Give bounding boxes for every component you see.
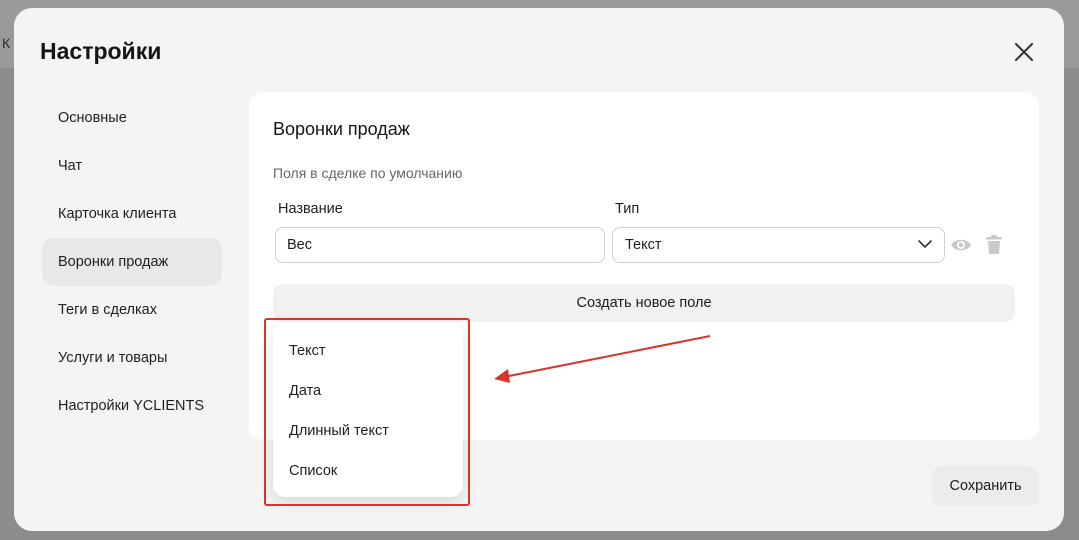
name-column-label: Название — [278, 201, 343, 217]
sidebar-item-sales-funnels[interactable]: Воронки продаж — [42, 238, 222, 286]
sidebar-item-services-products[interactable]: Услуги и товары — [42, 334, 222, 382]
field-name-input[interactable]: Вес — [275, 227, 605, 263]
settings-modal: Настройки Основные Чат Карточка клиента … — [14, 8, 1064, 531]
sidebar-item-yclients-settings[interactable]: Настройки YCLIENTS — [42, 382, 222, 430]
settings-sidebar: Основные Чат Карточка клиента Воронки пр… — [42, 94, 222, 430]
create-field-button[interactable]: Создать новое поле — [273, 284, 1015, 322]
type-column-label: Тип — [615, 201, 640, 217]
close-icon[interactable] — [1010, 38, 1038, 66]
field-type-value: Текст — [625, 237, 662, 253]
sidebar-item-client-card[interactable]: Карточка клиента — [42, 190, 222, 238]
arrow-annotation — [494, 335, 711, 383]
save-button[interactable]: Сохранить — [932, 466, 1039, 506]
section-title: Воронки продаж — [273, 119, 410, 139]
trash-icon[interactable] — [986, 235, 1002, 260]
background-text: К — [2, 35, 11, 51]
sidebar-item-basic[interactable]: Основные — [42, 94, 222, 142]
field-type-select[interactable]: Текст — [612, 227, 945, 263]
annotation-highlight-box — [264, 318, 470, 506]
sidebar-item-deal-tags[interactable]: Теги в сделках — [42, 286, 222, 334]
modal-title: Настройки — [40, 38, 162, 64]
eye-icon[interactable] — [950, 235, 972, 260]
sidebar-item-chat[interactable]: Чат — [42, 142, 222, 190]
chevron-down-icon — [918, 240, 932, 248]
section-subtitle: Поля в сделке по умолчанию — [273, 165, 463, 181]
